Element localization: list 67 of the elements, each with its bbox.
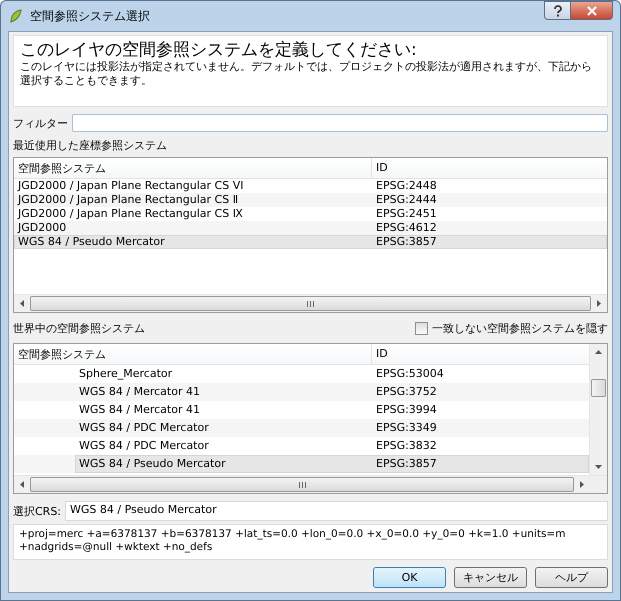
crs-name: JGD2000 / Japan Plane Rectangular CS Ⅸ [16, 207, 244, 221]
scroll-down-icon[interactable] [595, 465, 602, 469]
leaf-icon [8, 8, 24, 24]
close-button[interactable] [570, 1, 613, 20]
scroll-left-icon[interactable] [20, 481, 24, 488]
message-text: このレイヤには投影法が指定されていません。デフォルトでは、プロジェクトの投影法が適用されますが、下記から選択することもできます。 [20, 60, 593, 88]
column-header[interactable]: ID [372, 158, 607, 178]
table-row[interactable]: JGD2000 / Japan Plane Rectangular CS Ⅸ EPSG:2451 [14, 207, 607, 221]
table-row[interactable]: JGD2000 / Japan Plane Rectangular CS Ⅱ EPSG:2444 [14, 193, 607, 207]
crs-id: EPSG:3857 [375, 456, 438, 472]
crs-name: WGS 84 / Mercator 41 [78, 402, 201, 418]
horizontal-scrollbar[interactable] [14, 475, 607, 493]
selected-crs-label: 選択CRS: [13, 504, 62, 518]
grip-icon [298, 482, 306, 488]
table-row[interactable]: WGS 84 / Pseudo Mercator EPSG:3857 [75, 455, 589, 473]
scroll-thumb[interactable] [591, 379, 606, 397]
scroll-left-icon[interactable] [20, 300, 24, 307]
section-label: 世界中の空間参照システム [13, 321, 145, 336]
crs-id: EPSG:3752 [375, 384, 438, 400]
crs-name: JGD2000 / Japan Plane Rectangular CS VI [16, 179, 244, 193]
checkbox-label: 一致しない空間参照システムを隠す [432, 321, 608, 336]
column-header[interactable]: 空間参照システム [14, 344, 372, 364]
scroll-up-icon[interactable] [595, 350, 602, 354]
crs-name: JGD2000 / Japan Plane Rectangular CS Ⅱ [16, 193, 240, 207]
help-button[interactable] [544, 1, 570, 20]
crs-name: WGS 84 / Mercator 41 [78, 384, 201, 400]
heading: このレイヤの空間参照システムを定義してください: [20, 40, 418, 60]
crs-id: EPSG:2451 [375, 207, 438, 221]
table-row[interactable]: WGS 84 / Pseudo Mercator EPSG:3857 [14, 235, 607, 249]
crs-id: EPSG:2444 [375, 193, 438, 207]
table-row[interactable]: WGS 84 / PDC Mercator EPSG:3832 [75, 437, 589, 455]
scroll-right-icon[interactable] [580, 481, 584, 488]
crs-id: EPSG:2448 [375, 179, 438, 193]
table-row[interactable]: JGD2000 / Japan Plane Rectangular CS VI EPSG:2448 [14, 179, 607, 193]
selected-crs-field[interactable]: WGS 84 / Pseudo Mercator [65, 501, 608, 521]
crs-id: EPSG:3832 [375, 438, 438, 454]
crs-name: WGS 84 / PDC Mercator [78, 420, 210, 436]
table-row[interactable]: JGD2000 EPSG:4612 [14, 221, 607, 235]
table-row[interactable]: WGS 84 / Mercator 41 EPSG:3994 [75, 401, 589, 419]
column-header[interactable]: ID [372, 344, 589, 364]
filter-label: フィルター [13, 116, 68, 130]
crs-name: Sphere_Mercator [78, 366, 174, 382]
section-label: 最近使用した座標参照システム [13, 138, 168, 153]
dialog-button[interactable]: キャンセル [454, 567, 527, 588]
dialog-button[interactable]: OK [373, 567, 446, 588]
crs-id: EPSG:4612 [375, 221, 438, 235]
column-header[interactable]: 空間参照システム [14, 158, 372, 178]
checkbox[interactable] [415, 322, 428, 335]
window-title: 空間参照システム選択 [30, 8, 150, 24]
table-row[interactable]: Sphere_Mercator EPSG:53004 [75, 365, 589, 383]
dialog-button[interactable]: ヘルプ [535, 567, 608, 588]
vertical-scrollbar[interactable] [589, 344, 607, 475]
crs-name: WGS 84 / PDC Mercator [78, 438, 210, 454]
proj-string-text: +proj=merc +a=6378137 +b=6378137 +lat_ts=0.0 +lon_0=0.0 +x_0=0.0 +y_0=0 +k=1.0 +units=m +nadgrids=@null +wktext +no_defs [13, 524, 608, 560]
crs-name: WGS 84 / Pseudo Mercator [78, 456, 227, 472]
grip-icon [307, 300, 314, 306]
crs-id: EPSG:3349 [375, 420, 438, 436]
help-icon [552, 4, 562, 16]
crs-id: EPSG:3994 [375, 402, 438, 418]
crs-name: WGS 84 / Pseudo Mercator [17, 235, 166, 249]
filter-field[interactable] [72, 114, 608, 132]
close-icon [586, 6, 598, 16]
crs-id: EPSG:3857 [375, 235, 438, 249]
crs-name: JGD2000 [16, 221, 68, 235]
scroll-right-icon[interactable] [597, 300, 601, 307]
horizontal-scrollbar[interactable] [14, 294, 607, 312]
crs-id: EPSG:53004 [375, 366, 445, 382]
